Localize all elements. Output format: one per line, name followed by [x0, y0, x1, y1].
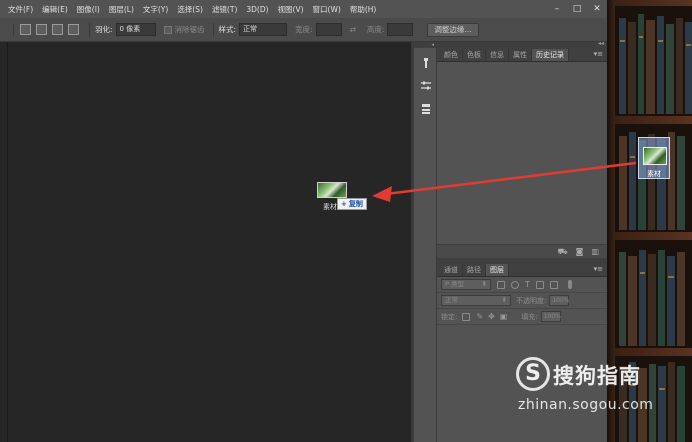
- strip-collapse-icon[interactable]: ◂: [414, 42, 436, 48]
- dragged-image-thumbnail[interactable]: [317, 182, 347, 198]
- height-label: 高度:: [366, 25, 385, 34]
- menu-filter[interactable]: 滤镜(T): [212, 4, 237, 15]
- desktop-file-icon[interactable]: 素材: [638, 137, 670, 179]
- blend-mode-select[interactable]: 正常 ⬍: [441, 295, 511, 306]
- fill-label: 填充:: [521, 312, 538, 321]
- tab-channels[interactable]: 通道: [440, 264, 463, 276]
- lock-position-icon[interactable]: ✥: [488, 312, 495, 321]
- chevron-down-icon: ⬍: [501, 296, 507, 304]
- tab-paths[interactable]: 路径: [463, 264, 486, 276]
- tab-swatches[interactable]: 色板: [463, 49, 486, 61]
- menu-edit[interactable]: 编辑(E): [42, 4, 68, 15]
- feather-input[interactable]: 0 像素: [115, 23, 156, 36]
- swap-icon[interactable]: ⇄: [350, 25, 356, 34]
- lock-transparent-icon[interactable]: [462, 312, 471, 321]
- menu-layer[interactable]: 图层(L): [109, 4, 134, 15]
- panel-icon-strip: ◂: [414, 42, 437, 442]
- tab-color[interactable]: 颜色: [440, 49, 463, 61]
- image-file-thumbnail: [643, 147, 667, 165]
- plus-icon: +: [341, 200, 347, 208]
- refine-edge-button[interactable]: 调整边缘...: [427, 22, 479, 37]
- menu-file[interactable]: 文件(F): [8, 4, 33, 15]
- blend-row: 正常 ⬍ 不透明度: 100%: [437, 293, 607, 309]
- blend-mode-value: 正常: [445, 296, 458, 304]
- history-footer: ⛟ ◙ ▥: [437, 244, 607, 258]
- menu-image[interactable]: 图像(I): [77, 4, 100, 15]
- window-controls: – □ ✕: [547, 0, 607, 18]
- history-panel-body: [437, 62, 607, 244]
- fill-input[interactable]: 100%: [540, 311, 561, 322]
- adjustment-filter-icon[interactable]: [511, 280, 519, 289]
- menu-bar: 文件(F) 编辑(E) 图像(I) 图层(L) 文字(Y) 选择(S) 滤镜(T…: [0, 0, 607, 18]
- menu-help[interactable]: 帮助(H): [350, 4, 377, 15]
- tab-properties[interactable]: 属性: [509, 49, 532, 61]
- shape-filter-icon[interactable]: [535, 280, 544, 289]
- opacity-input[interactable]: 100%: [549, 295, 570, 306]
- menu-select[interactable]: 选择(S): [177, 4, 203, 15]
- opacity-label: 不透明度:: [516, 296, 547, 305]
- watermark-url: zhinan.sogou.com: [518, 397, 654, 413]
- collapse-icon[interactable]: ◂◂: [598, 40, 604, 47]
- trash-icon[interactable]: ▥: [591, 247, 599, 256]
- camera-icon[interactable]: ◙: [576, 247, 584, 256]
- separator: [212, 22, 214, 37]
- tool-preset-picker[interactable]: [4, 23, 14, 36]
- panel-collapse-bar[interactable]: ◂◂: [437, 40, 607, 49]
- width-label: 宽度:: [295, 25, 313, 34]
- canvas-area[interactable]: [8, 42, 411, 442]
- lock-label: 锁定:: [441, 312, 458, 321]
- menu-3d[interactable]: 3D(D): [246, 5, 268, 14]
- adjustments-icon[interactable]: [417, 77, 434, 94]
- maximize-button[interactable]: □: [567, 0, 587, 18]
- kind-filter-value: P 类型: [445, 280, 464, 288]
- tab-info[interactable]: 信息: [486, 49, 509, 61]
- intersect-selection-icon[interactable]: [68, 24, 79, 35]
- width-input[interactable]: [315, 23, 342, 36]
- menu-type[interactable]: 文字(Y): [143, 4, 168, 15]
- left-panel-strip: [0, 42, 8, 442]
- watermark-title: 搜狗指南: [553, 364, 641, 388]
- style-select[interactable]: 正常: [239, 23, 288, 36]
- subtract-selection-icon[interactable]: [52, 24, 63, 35]
- type-filter-icon[interactable]: T: [525, 280, 530, 289]
- chevron-down-icon: ⬍: [481, 280, 487, 288]
- sogou-logo-icon: S: [516, 357, 550, 391]
- copy-tooltip: + 复制: [337, 198, 367, 210]
- brush-preset-icon[interactable]: [417, 54, 434, 71]
- layer-filter-row: P 类型 ⬍ T: [437, 277, 607, 293]
- layers-menu-icon[interactable]: ▾≡: [594, 265, 603, 273]
- lock-all-icon[interactable]: ▣: [500, 312, 508, 321]
- menu-window[interactable]: 窗口(W): [313, 4, 341, 15]
- pixel-filter-icon[interactable]: [497, 280, 505, 289]
- close-button[interactable]: ✕: [587, 0, 607, 18]
- minimize-button[interactable]: –: [547, 0, 567, 18]
- separator: [89, 22, 90, 37]
- panel-menu-icon[interactable]: ▾≡: [594, 50, 603, 58]
- copy-tooltip-label: 复制: [348, 200, 363, 208]
- lock-row: 锁定: ✎ ✥ ▣ 填充: 100%: [437, 309, 607, 325]
- tab-history[interactable]: 历史记录: [532, 49, 569, 61]
- feather-label: 羽化:: [95, 25, 113, 34]
- character-icon[interactable]: [417, 100, 434, 117]
- lock-image-icon[interactable]: ✎: [476, 312, 483, 321]
- dragged-image-name: 素材: [323, 203, 337, 211]
- add-to-selection-icon[interactable]: [36, 24, 47, 35]
- antialias-label: 消除锯齿: [174, 25, 205, 34]
- smart-object-filter-icon[interactable]: [549, 280, 558, 289]
- new-selection-icon[interactable]: [20, 24, 31, 35]
- height-input[interactable]: [387, 23, 414, 36]
- top-panel-tabs: 颜色 色板 信息 属性 历史记录 ▾≡: [437, 49, 607, 62]
- options-bar: 羽化: 0 像素 消除锯齿 样式: 正常 宽度: ⇄ 高度: 调整边缘...: [0, 18, 607, 42]
- filter-toggle[interactable]: [567, 280, 572, 289]
- snapshot-icon[interactable]: ⛟: [558, 247, 568, 257]
- kind-filter-select[interactable]: P 类型 ⬍: [441, 279, 491, 290]
- tab-layers[interactable]: 图层: [486, 264, 509, 276]
- layer-panel-tabs: 通道 路径 图层 ▾≡: [437, 264, 607, 277]
- antialias-checkbox[interactable]: [163, 25, 172, 34]
- style-label: 样式:: [218, 25, 237, 34]
- menu-view[interactable]: 视图(V): [278, 4, 304, 15]
- desktop-file-name: 素材: [647, 170, 661, 178]
